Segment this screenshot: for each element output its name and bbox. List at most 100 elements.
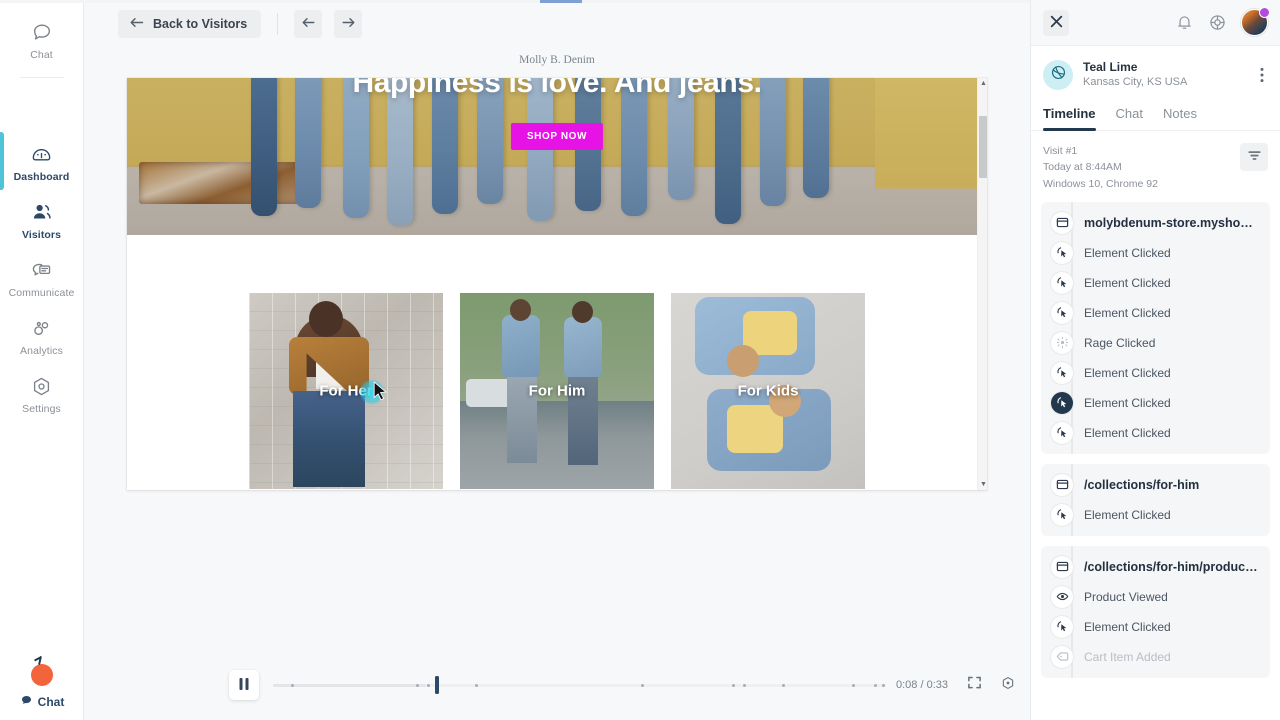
tab-timeline[interactable]: Timeline <box>1043 106 1096 130</box>
settings-hexagon-icon <box>30 373 53 399</box>
timeline-row[interactable]: Product Viewed <box>1041 582 1270 612</box>
tab-notes[interactable]: Notes <box>1163 106 1197 130</box>
click-cursor-icon <box>1051 362 1073 384</box>
click-cursor-icon <box>1051 616 1073 638</box>
lifebuoy-help-icon[interactable] <box>1208 13 1227 32</box>
previous-session-button[interactable] <box>294 10 322 38</box>
globe-sphere-icon <box>1050 64 1067 86</box>
communicate-bubbles-icon <box>30 257 53 283</box>
preview-scrollbar[interactable]: ▲ ▼ <box>977 78 987 490</box>
timeline-row[interactable]: Element Clicked <box>1041 238 1270 268</box>
page-view-icon <box>1051 474 1073 496</box>
hero-rusty-object <box>139 162 309 204</box>
next-session-button[interactable] <box>334 10 362 38</box>
replay-scrubber[interactable] <box>273 674 886 696</box>
rage-click-icon <box>1051 332 1073 354</box>
preview-scrollbar-thumb[interactable] <box>979 116 987 178</box>
scrubber-event-marker <box>874 684 877 687</box>
fullscreen-button[interactable] <box>962 673 986 697</box>
sidebar-item-dashboard[interactable]: Dashboard <box>0 132 83 190</box>
timeline-event-label: molybdenum-store.myshop… <box>1084 216 1260 230</box>
timeline-row[interactable]: Element Clicked <box>1041 268 1270 298</box>
sidebar-item-label: Chat <box>30 49 53 61</box>
category-card-label: For Him <box>460 383 654 400</box>
sidebar-item-chat-top[interactable]: Chat <box>0 10 83 68</box>
timeline-filter-button[interactable] <box>1240 143 1268 171</box>
scrubber-event-marker <box>782 684 785 687</box>
timeline-row[interactable]: Element Clicked <box>1041 500 1270 530</box>
scrubber-event-marker <box>475 684 478 687</box>
cart-tag-icon <box>1051 646 1073 668</box>
timeline-group: molybdenum-store.myshop… Element Clicked <box>1041 202 1270 454</box>
category-cards-section: For Her For Him <box>127 235 987 490</box>
chat-bubble-icon <box>31 19 53 45</box>
close-panel-button[interactable] <box>1043 10 1069 36</box>
hero-background-image <box>127 78 987 235</box>
timeline-event-label: Element Clicked <box>1084 426 1171 440</box>
timeline-row[interactable]: Element Clicked <box>1041 418 1270 448</box>
timeline-row[interactable]: Element Clicked <box>1041 612 1270 642</box>
scroll-down-arrow-icon[interactable]: ▼ <box>980 481 987 488</box>
timeline-row-active[interactable]: Element Clicked <box>1041 388 1270 418</box>
category-card-label: For Her <box>249 383 443 400</box>
sidebar-item-analytics[interactable]: Analytics <box>0 306 83 364</box>
sidebar-item-settings[interactable]: Settings <box>0 364 83 422</box>
scrubber-progress <box>273 684 426 687</box>
arrow-left-icon <box>129 16 144 32</box>
left-navigation: Chat Dashboard <box>0 0 84 720</box>
analytics-circles-icon <box>30 315 53 341</box>
play-pause-button[interactable] <box>229 670 259 700</box>
avatar-notification-badge <box>1259 7 1270 18</box>
shop-now-button[interactable]: SHOP NOW <box>511 123 603 150</box>
scrubber-event-marker <box>852 684 855 687</box>
back-to-visitors-button[interactable]: Back to Visitors <box>118 10 261 38</box>
tomato-logo <box>31 664 53 686</box>
timeline-row[interactable]: /collections/for-him/produc… <box>1041 552 1270 582</box>
scrubber-playhead[interactable] <box>435 676 439 694</box>
back-to-visitors-label: Back to Visitors <box>153 17 247 31</box>
fullscreen-icon <box>967 675 982 695</box>
timeline-row[interactable]: molybdenum-store.myshop… <box>1041 208 1270 238</box>
tab-chat[interactable]: Chat <box>1116 106 1143 130</box>
category-card-for-her[interactable]: For Her <box>249 293 443 489</box>
more-vertical-icon[interactable] <box>1256 65 1268 85</box>
page-load-bar <box>540 0 582 3</box>
scrubber-event-marker <box>882 684 885 687</box>
timeline-group: /collections/for-him/produc… Product Vie… <box>1041 546 1270 678</box>
player-settings-button[interactable] <box>996 673 1020 697</box>
click-cursor-icon <box>1051 422 1073 444</box>
timeline-event-label: Element Clicked <box>1084 620 1171 634</box>
click-cursor-icon <box>1051 392 1073 414</box>
user-avatar[interactable] <box>1241 9 1268 36</box>
timeline-row[interactable]: /collections/for-him <box>1041 470 1270 500</box>
page-view-icon <box>1051 556 1073 578</box>
sidebar-item-visitors[interactable]: Visitors <box>0 190 83 248</box>
category-card-for-kids[interactable]: For Kids <box>671 293 865 489</box>
event-timeline[interactable]: molybdenum-store.myshop… Element Clicked <box>1031 202 1280 720</box>
click-cursor-icon <box>1051 242 1073 264</box>
dashboard-gauge-icon <box>30 141 53 167</box>
sidebar-item-label: Settings <box>22 403 61 415</box>
visitor-avatar <box>1043 60 1073 90</box>
filter-icon <box>1247 148 1262 166</box>
click-cursor-icon <box>1051 272 1073 294</box>
visitors-people-icon <box>30 199 54 225</box>
page-view-icon <box>1051 212 1073 234</box>
sidebar-item-communicate[interactable]: Communicate <box>0 248 83 306</box>
timeline-group: /collections/for-him Element Clicked <box>1041 464 1270 536</box>
sidebar-item-label: Communicate <box>9 287 75 299</box>
timeline-row[interactable]: Element Clicked <box>1041 358 1270 388</box>
category-card-for-him[interactable]: For Him <box>460 293 654 489</box>
timeline-event-label: /collections/for-him/produc… <box>1084 560 1258 574</box>
timeline-event-label: Element Clicked <box>1084 396 1171 410</box>
bell-icon[interactable] <box>1175 13 1194 32</box>
settings-hexagon-icon <box>1000 675 1016 696</box>
pause-icon <box>238 677 250 694</box>
visit-device: Windows 10, Chrome 92 <box>1043 176 1158 192</box>
close-x-icon <box>1050 15 1063 31</box>
replay-player-bar: 0:08 / 0:33 <box>84 650 1030 720</box>
timeline-row[interactable]: Cart Item Added <box>1041 642 1270 672</box>
chat-widget-launcher[interactable]: Chat <box>0 664 84 720</box>
timeline-row[interactable]: Element Clicked <box>1041 298 1270 328</box>
timeline-row[interactable]: Rage Clicked <box>1041 328 1270 358</box>
